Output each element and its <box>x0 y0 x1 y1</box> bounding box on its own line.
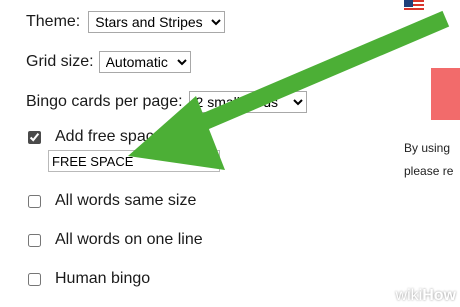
same-size-row: All words same size <box>28 192 196 210</box>
cards-per-page-select[interactable]: 2 small cards <box>188 91 307 113</box>
theme-select[interactable]: Stars and Stripes <box>88 11 226 33</box>
red-banner <box>431 68 460 120</box>
terms-text-line1: By using <box>404 141 451 155</box>
free-space-label: Add free space <box>55 128 163 145</box>
same-size-label: All words same size <box>55 192 197 209</box>
cards-per-page-label: Bingo cards per page: <box>26 93 183 110</box>
theme-label: Theme: <box>26 13 81 30</box>
flag-icon <box>404 0 424 12</box>
human-bingo-checkbox[interactable] <box>28 272 41 286</box>
free-space-checkbox[interactable] <box>28 130 41 144</box>
preview-panel: By using please re <box>398 0 460 307</box>
human-bingo-label: Human bingo <box>55 270 151 287</box>
watermark-prefix: wiki <box>395 287 423 304</box>
one-line-checkbox[interactable] <box>28 233 41 247</box>
cards-per-page-row: Bingo cards per page: 2 small cards <box>26 91 307 113</box>
settings-panel: Theme: Stars and Stripes Grid size: Auto… <box>0 0 398 307</box>
human-bingo-row: Human bingo <box>28 270 150 288</box>
grid-size-select[interactable]: Automatic <box>98 51 191 73</box>
one-line-label: All words on one line <box>55 231 203 248</box>
one-line-row: All words on one line <box>28 231 203 249</box>
grid-size-label: Grid size: <box>26 53 94 70</box>
same-size-checkbox[interactable] <box>28 194 41 208</box>
watermark: wikiHow <box>396 287 456 305</box>
watermark-suffix: How <box>422 287 456 304</box>
terms-text-line2: please re <box>404 164 454 178</box>
grid-size-row: Grid size: Automatic <box>26 51 191 73</box>
theme-row: Theme: Stars and Stripes <box>26 11 226 33</box>
free-space-input[interactable] <box>48 150 220 172</box>
free-space-row: Add free space <box>28 128 163 146</box>
